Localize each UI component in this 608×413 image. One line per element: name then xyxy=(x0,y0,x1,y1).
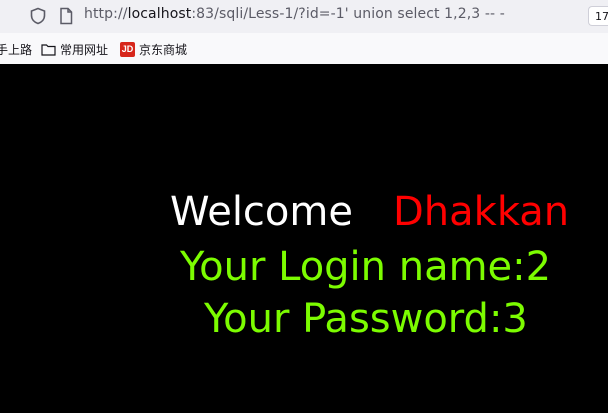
bookmark-folder-label: 常用网址 xyxy=(60,43,109,57)
bookmark-partial[interactable]: 手上路 xyxy=(0,41,32,58)
tab-counter-badge[interactable]: 17 xyxy=(588,6,608,26)
shield-icon[interactable] xyxy=(29,7,47,25)
welcome-text: Welcome xyxy=(170,189,353,235)
login-name-line: Your Login name:2 xyxy=(180,244,552,290)
url-prefix: http:// xyxy=(84,6,128,22)
folder-icon xyxy=(41,44,56,56)
address-bar[interactable]: http://localhost:83/sqli/Less-1/?id=-1' … xyxy=(0,0,608,33)
bookmark-jd[interactable]: JD 京东商城 xyxy=(120,41,187,58)
url-path: :83/sqli/Less-1/?id=-1' union select 1,2… xyxy=(191,6,505,22)
password-line: Your Password:3 xyxy=(204,296,528,342)
page-icon[interactable] xyxy=(58,7,74,25)
user-name-text: Dhakkan xyxy=(393,189,570,235)
jd-logo-icon: JD xyxy=(120,42,135,57)
page-content: Welcome Dhakkan Your Login name:2 Your P… xyxy=(0,64,608,413)
url-text[interactable]: http://localhost:83/sqli/Less-1/?id=-1' … xyxy=(84,6,505,22)
browser-chrome: http://localhost:83/sqli/Less-1/?id=-1' … xyxy=(0,0,608,65)
bookmark-jd-label: 京东商城 xyxy=(139,43,188,57)
bookmark-partial-label: 手上路 xyxy=(0,43,33,57)
bookmarks-bar: 手上路 常用网址 JD 京东商城 xyxy=(0,36,608,62)
url-host: localhost xyxy=(127,6,192,22)
bookmark-folder[interactable]: 常用网址 xyxy=(41,41,108,58)
